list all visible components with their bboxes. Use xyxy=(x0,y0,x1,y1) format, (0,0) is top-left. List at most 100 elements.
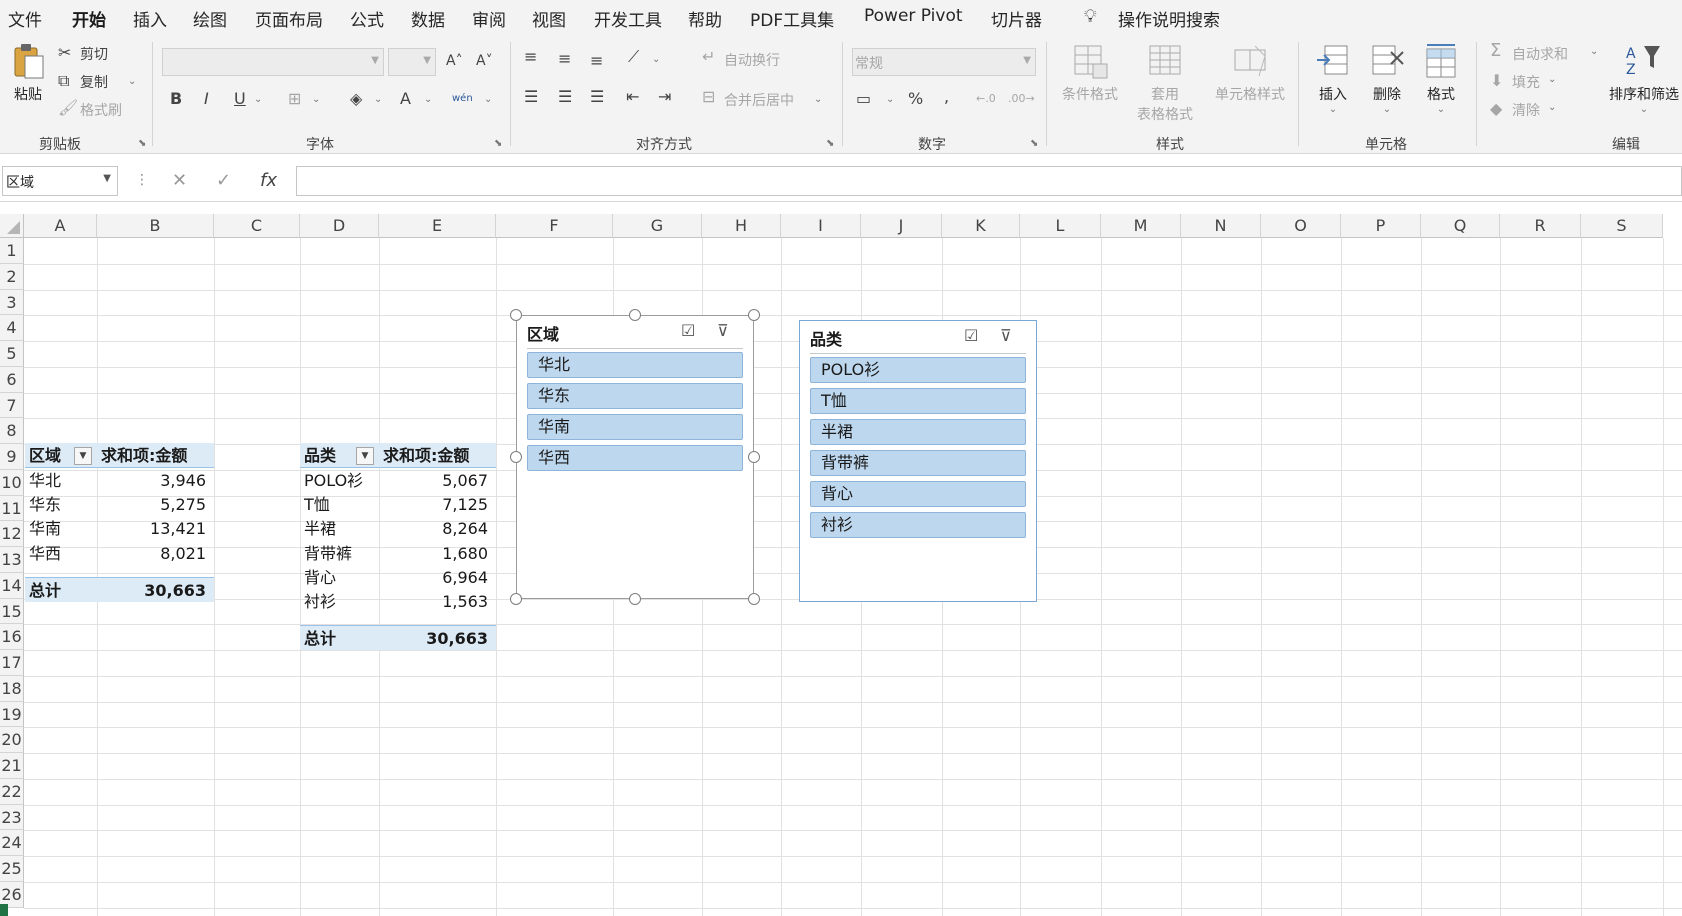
pivot-row-value[interactable]: 5,275 xyxy=(97,492,214,517)
chevron-down-icon[interactable]: ⌄ xyxy=(1548,102,1556,113)
cut-button[interactable]: 剪切 xyxy=(80,44,108,64)
percent-button[interactable]: % xyxy=(908,90,923,108)
pivot-header-sum[interactable]: 求和项:金额 xyxy=(379,443,496,468)
menu-developer[interactable]: 开发工具 xyxy=(594,6,662,31)
enter-icon[interactable]: ✓ xyxy=(216,170,231,191)
tell-me-search[interactable]: 操作说明搜索 xyxy=(1118,6,1220,31)
bold-button[interactable]: B xyxy=(170,90,182,108)
filter-dropdown-icon[interactable]: ▼ xyxy=(356,447,374,465)
align-top-icon[interactable]: ≡ xyxy=(524,48,537,66)
pivot-row-value[interactable]: 8,264 xyxy=(379,516,496,541)
pivot-total-value[interactable]: 30,663 xyxy=(379,625,496,650)
menu-insert[interactable]: 插入 xyxy=(133,6,167,31)
number-format-combo[interactable]: 常规 ▼ xyxy=(852,48,1036,76)
resize-handle[interactable] xyxy=(629,309,641,321)
menu-draw[interactable]: 绘图 xyxy=(193,6,227,31)
chevron-down-icon[interactable]: ⌄ xyxy=(374,94,382,105)
pivot-row-label[interactable]: 华东 xyxy=(25,492,97,517)
filter-dropdown-icon[interactable]: ▼ xyxy=(74,447,92,465)
font-launcher-icon[interactable]: ⬊ xyxy=(494,138,502,149)
row-header[interactable]: 19 xyxy=(0,701,24,728)
row-header[interactable]: 22 xyxy=(0,778,24,805)
column-header[interactable]: E xyxy=(379,214,496,238)
row-header[interactable]: 9 xyxy=(0,444,24,470)
chevron-down-icon[interactable]: ⌄ xyxy=(1548,74,1556,85)
menu-data[interactable]: 数据 xyxy=(411,6,445,31)
column-header[interactable]: F xyxy=(496,214,613,238)
row-header[interactable]: 4 xyxy=(0,315,24,341)
chevron-down-icon[interactable]: ⌄ xyxy=(254,94,262,105)
row-header[interactable]: 13 xyxy=(0,547,24,573)
menu-review[interactable]: 审阅 xyxy=(472,6,506,31)
row-header[interactable]: 18 xyxy=(0,675,24,702)
row-header[interactable]: 17 xyxy=(0,650,24,676)
worksheet-grid[interactable]: ABCDEFGHIJKLMNOPQRS 1 2 3 4 5 6 7 8 9 10 11 12 13 14 1… xyxy=(0,214,1682,916)
row-header[interactable]: 16 xyxy=(0,624,24,650)
column-header[interactable]: I xyxy=(781,214,861,238)
column-header[interactable]: B xyxy=(97,214,214,238)
column-header[interactable]: Q xyxy=(1421,214,1500,238)
chevron-down-icon[interactable]: ⌄ xyxy=(312,94,320,105)
row-header[interactable]: 20 xyxy=(0,727,24,753)
chevron-down-icon[interactable]: ⌄ xyxy=(886,94,894,105)
menu-page-layout[interactable]: 页面布局 xyxy=(255,6,323,31)
align-bottom-icon[interactable]: ≡ xyxy=(590,52,603,70)
clear-filter-icon[interactable]: ⊽ xyxy=(1000,326,1012,345)
pivot-row-value[interactable]: 6,964 xyxy=(379,565,496,590)
column-header[interactable]: G xyxy=(613,214,702,238)
pivot-row-label[interactable]: 华西 xyxy=(25,541,97,566)
cell-styles-button[interactable]: 单元格样式 xyxy=(1208,42,1292,104)
row-header[interactable]: 3 xyxy=(0,289,24,316)
clipboard-launcher-icon[interactable]: ⬊ xyxy=(138,138,146,149)
slicer-item-button[interactable]: T恤 xyxy=(810,388,1026,414)
formula-input[interactable] xyxy=(296,166,1682,196)
row-header[interactable]: 7 xyxy=(0,392,24,419)
align-center-icon[interactable]: ☰ xyxy=(558,88,572,106)
align-left-icon[interactable]: ☰ xyxy=(524,88,538,106)
resize-handle[interactable] xyxy=(629,593,641,605)
resize-handle[interactable] xyxy=(510,309,522,321)
border-icon[interactable]: ⊞ xyxy=(288,90,301,108)
chevron-down-icon[interactable]: ▼ xyxy=(103,173,111,184)
underline-button[interactable]: U xyxy=(234,90,246,108)
slicer-item-button[interactable]: 背心 xyxy=(810,481,1026,507)
font-size-combo[interactable]: ▼ xyxy=(388,48,436,76)
row-header[interactable]: 15 xyxy=(0,598,24,625)
slicer-region[interactable]: 区域 ☑ ⊽ 华北 华东 华南 华西 xyxy=(516,315,754,599)
align-middle-icon[interactable]: ≡ xyxy=(558,50,571,68)
pivot-row-value[interactable]: 7,125 xyxy=(379,492,496,517)
column-header[interactable]: N xyxy=(1181,214,1261,238)
column-header[interactable]: S xyxy=(1581,214,1663,238)
row-header[interactable]: 2 xyxy=(0,263,24,290)
resize-handle[interactable] xyxy=(748,309,760,321)
menu-help[interactable]: 帮助 xyxy=(688,6,722,31)
menu-view[interactable]: 视图 xyxy=(532,6,566,31)
autosum-button[interactable]: 自动求和 xyxy=(1512,44,1568,64)
increase-decimal-icon[interactable]: ←.0 xyxy=(976,90,996,108)
pivot-row-label[interactable]: POLO衫 xyxy=(300,468,379,493)
chevron-down-icon[interactable]: ⌄ xyxy=(484,94,492,105)
column-header[interactable]: H xyxy=(702,214,781,238)
cancel-icon[interactable]: ✕ xyxy=(172,170,187,191)
column-header[interactable]: M xyxy=(1101,214,1181,238)
slicer-item-button[interactable]: 半裙 xyxy=(810,419,1026,445)
font-color-button[interactable]: A xyxy=(400,90,411,108)
pivot-total-value[interactable]: 30,663 xyxy=(97,577,214,602)
lightbulb-icon[interactable]: 💡︎ xyxy=(1084,6,1097,27)
decrease-indent-icon[interactable]: ⇤ xyxy=(626,88,639,106)
pivot-row-label[interactable]: 背带裤 xyxy=(300,541,379,566)
chevron-down-icon[interactable]: ⌄ xyxy=(1590,46,1598,57)
pivot-row-label[interactable]: 背心 xyxy=(300,565,379,590)
number-launcher-icon[interactable]: ⬊ xyxy=(1030,138,1038,149)
pivot-row-value[interactable]: 13,421 xyxy=(97,516,214,541)
copy-button[interactable]: 复制 xyxy=(80,72,108,92)
row-header[interactable]: 10 xyxy=(0,469,24,496)
wrap-text-button[interactable]: 自动换行 xyxy=(724,50,780,70)
resize-handle[interactable] xyxy=(748,593,760,605)
pivot-row-label[interactable]: 华南 xyxy=(25,516,97,541)
clear-button[interactable]: 清除 xyxy=(1512,100,1540,120)
pivot-row-label[interactable]: T恤 xyxy=(300,492,379,517)
pivot-row-value[interactable]: 1,680 xyxy=(379,541,496,566)
row-header[interactable]: 23 xyxy=(0,804,24,831)
row-header[interactable]: 6 xyxy=(0,366,24,393)
